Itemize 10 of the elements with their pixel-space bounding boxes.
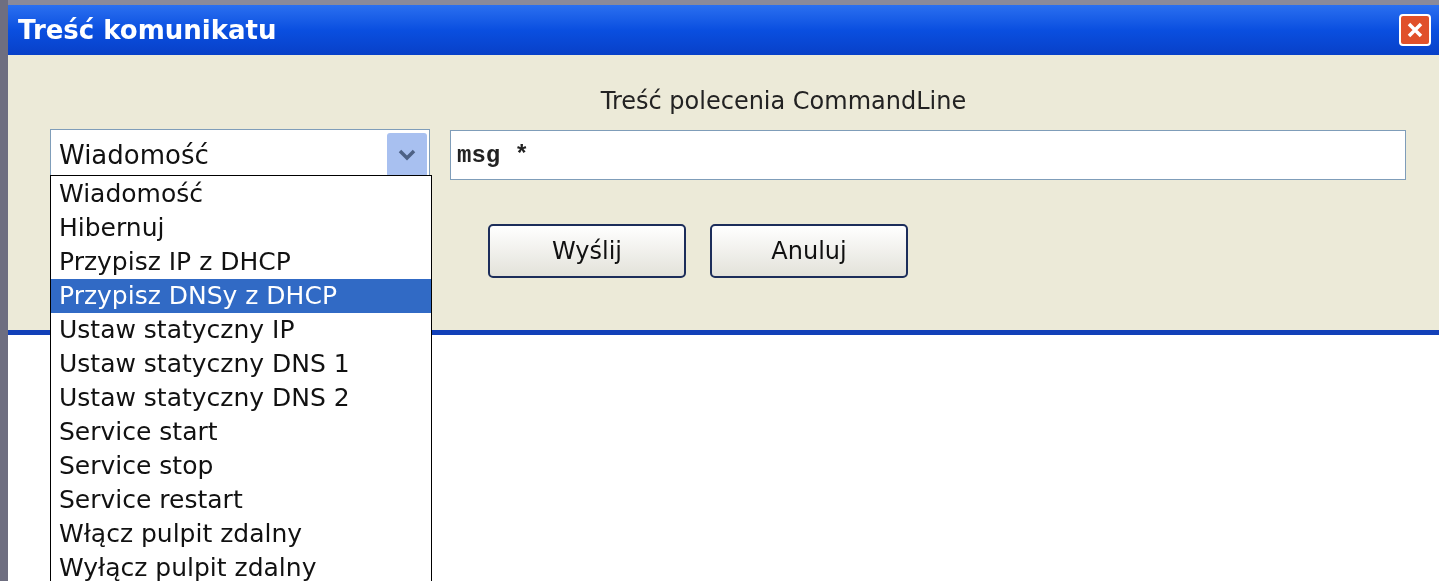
dialog-button[interactable]: Anuluj xyxy=(710,224,908,278)
chevron-down-icon xyxy=(398,149,416,161)
close-button[interactable] xyxy=(1399,14,1431,46)
close-icon xyxy=(1406,21,1424,39)
dropdown-item[interactable]: Przypisz DNSy z DHCP xyxy=(51,279,431,313)
command-field[interactable]: msg * xyxy=(450,130,1406,180)
dialog-button[interactable]: Wyślij xyxy=(488,224,686,278)
command-label: Treść polecenia CommandLine xyxy=(600,86,967,117)
window-title: Treść komunikatu xyxy=(18,13,277,47)
dropdown-button[interactable] xyxy=(387,133,427,177)
